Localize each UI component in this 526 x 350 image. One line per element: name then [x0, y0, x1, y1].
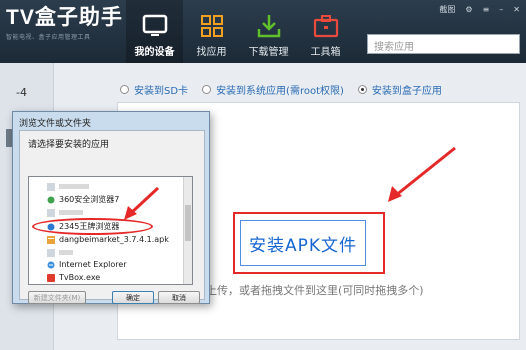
search-input[interactable]: 搜索应用: [367, 34, 520, 54]
ie-icon: [47, 261, 55, 268]
tree-item-label: 360安全浏览器7: [59, 195, 120, 204]
tree-item-label: dangbeimarket_3.7.4.1.apk: [59, 235, 169, 244]
gear-icon[interactable]: ⚙: [465, 5, 472, 14]
exe-icon: [47, 273, 55, 282]
radio-label: 安装到系统应用(需root权限): [216, 86, 344, 97]
blurred-label: [59, 184, 89, 189]
blurred-file-icon: [47, 182, 55, 191]
nav-my-devices[interactable]: 我的设备: [126, 0, 183, 63]
nav-label: 我的设备: [134, 47, 175, 58]
browser-icon: [47, 196, 55, 203]
install-apk-button[interactable]: 安装APK文件: [240, 220, 366, 266]
cancel-button[interactable]: 取消: [158, 291, 200, 304]
tree-item-blurred[interactable]: [47, 181, 89, 192]
tree-item[interactable]: Internet Explorer: [47, 259, 127, 270]
radio-dot: [357, 85, 367, 94]
blurred-file-icon: [47, 208, 55, 217]
device-label: -4: [16, 86, 27, 99]
nav-toolbox[interactable]: 工具箱: [297, 0, 354, 63]
radio-label: 安装到盒子应用: [371, 86, 442, 97]
nav-label: 下载管理: [248, 47, 289, 58]
install-location-options: 安装到SD卡 安装到系统应用(需root权限) 安装到盒子应用: [120, 82, 456, 97]
app-logo: TV盒子助手 智能电视、盒子应用管理工具: [6, 6, 123, 41]
tree-item[interactable]: 360安全浏览器7: [47, 194, 119, 205]
tree-item-label: Internet Explorer: [59, 260, 127, 269]
dialog-body: 请选择要安装的应用 360安全浏览器7 2345王牌浏览器 dangbeimar…: [19, 130, 205, 304]
tree-item-apk[interactable]: dangbeimarket_3.7.4.1.apk: [47, 234, 169, 245]
app-subtitle: 智能电视、盒子应用管理工具: [6, 34, 91, 41]
drop-hint: 上传，或者拖拽文件到这里(可同时拖拽多个): [206, 284, 424, 297]
blurred-file-icon: [47, 248, 55, 257]
tree-item-label: TvBox.exe: [59, 273, 101, 282]
dialog-prompt: 请选择要安装的应用: [28, 140, 110, 150]
ok-button[interactable]: 确定: [112, 291, 154, 304]
new-folder-button[interactable]: 新建文件夹(M): [28, 291, 86, 304]
screenshot-button[interactable]: 截图: [439, 4, 455, 15]
minimize-icon[interactable]: –: [499, 5, 503, 14]
annotation-oval: [32, 218, 153, 235]
main-nav: 我的设备 找应用 下载管理 工具箱: [126, 0, 354, 63]
apk-file-icon: [47, 235, 55, 244]
blurred-label: [59, 210, 83, 215]
browse-dialog: 浏览文件或文件夹 请选择要安装的应用 360安全浏览器7 2345王牌浏览器 d…: [12, 111, 210, 304]
radio-system-app[interactable]: 安装到系统应用(需root权限): [202, 82, 344, 97]
window-controls: 截图 ⚙ ≡ – ✕: [439, 4, 520, 15]
grid-icon: [200, 15, 223, 37]
app-header: TV盒子助手 智能电视、盒子应用管理工具 我的设备 找应用 下载管理 工具箱 截…: [0, 0, 526, 63]
radio-dot: [202, 85, 212, 94]
nav-label: 工具箱: [310, 47, 341, 58]
toolbox-icon: [313, 15, 338, 38]
tv-icon: [142, 14, 167, 36]
nav-label: 找应用: [196, 47, 227, 58]
radio-box-app[interactable]: 安装到盒子应用: [357, 82, 442, 97]
tree-item[interactable]: TvBox.exe: [47, 272, 100, 283]
radio-dot: [120, 85, 129, 94]
download-icon: [257, 15, 280, 38]
blurred-label: [59, 250, 73, 255]
tree-item-blurred[interactable]: [47, 247, 73, 258]
tree-scrollbar[interactable]: [183, 177, 192, 284]
app-title: TV盒子助手: [6, 6, 123, 29]
dialog-title: 浏览文件或文件夹: [19, 119, 92, 129]
nav-find-apps[interactable]: 找应用: [183, 0, 240, 63]
scroll-thumb[interactable]: [185, 205, 191, 241]
nav-downloads[interactable]: 下载管理: [240, 0, 297, 63]
radio-sd-card[interactable]: 安装到SD卡: [120, 82, 188, 97]
menu-icon[interactable]: ≡: [483, 5, 490, 14]
radio-label: 安装到SD卡: [134, 86, 189, 97]
close-icon[interactable]: ✕: [513, 5, 520, 14]
tree-item-blurred[interactable]: [47, 207, 83, 218]
